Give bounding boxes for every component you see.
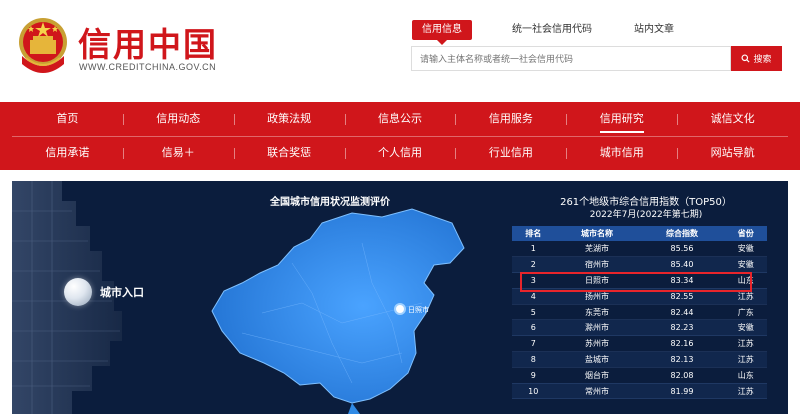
nav-item-home[interactable]: 首页 — [12, 102, 123, 136]
nav-item-commitment[interactable]: 信用承诺 — [12, 136, 123, 170]
national-emblem-icon[interactable] — [16, 16, 70, 78]
column-header: 省份 — [724, 226, 767, 241]
search-box — [411, 46, 731, 72]
table-row[interactable]: 2 宿州市 85.40 安徽 — [512, 256, 767, 274]
city-entry-label: 城市入口 — [100, 286, 144, 299]
nav-row-1: 首页 信用动态 政策法规 信息公示 信用服务 信用研究 诚信文化 — [12, 102, 788, 136]
city-entry-icon — [64, 278, 92, 306]
table-header-row: 排名 城市名称 综合指数 省份 — [512, 226, 767, 241]
nav-label: 信用承诺 — [45, 146, 90, 159]
nav-item-sitemap[interactable]: 网站导航 — [677, 136, 788, 170]
nav-item-reward-punish[interactable]: 联合奖惩 — [233, 136, 345, 170]
site-url: WWW.CREDITCHINA.GOV.CN — [79, 62, 217, 72]
nav-label: 政策法规 — [267, 112, 312, 125]
cell: 82.44 — [639, 304, 725, 321]
ranking-table: 排名 城市名称 综合指数 省份 1 芜湖市 85.56 安徽 2 宿州市 85.40 安徽 … — [512, 226, 767, 400]
column-header: 排名 — [512, 226, 555, 241]
china-map[interactable]: 日照市 — [202, 203, 502, 414]
nav-label: 网站导航 — [710, 146, 755, 159]
cell: 安徽 — [724, 241, 767, 258]
cell: 安徽 — [724, 256, 767, 274]
cell: 江苏 — [724, 383, 767, 400]
cell: 东莞市 — [554, 304, 640, 321]
nav-item-city[interactable]: 城市信用 — [566, 136, 677, 170]
nav-label: 诚信文化 — [710, 112, 755, 125]
ranking-title: 261个地级市综合信用指数（TOP50） — [560, 197, 732, 208]
cell: 苏州市 — [554, 335, 640, 353]
cell: 7 — [512, 335, 555, 353]
nav-item-personal[interactable]: 个人信用 — [344, 136, 456, 170]
cell: 10 — [512, 383, 555, 400]
cell: 芜湖市 — [554, 241, 640, 258]
nav-label: 信易＋ — [161, 146, 195, 159]
cell: 82.23 — [639, 319, 725, 337]
table-row[interactable]: 9 烟台市 82.08 山东 — [512, 367, 767, 384]
nav-label: 信用研究 — [599, 112, 644, 133]
nav-row-2: 信用承诺 信易＋ 联合奖惩 个人信用 行业信用 城市信用 网站导航 — [12, 136, 788, 170]
cell: 安徽 — [724, 319, 767, 337]
search-input[interactable] — [412, 48, 730, 72]
site-header: 信用中国 WWW.CREDITCHINA.GOV.CN 信用信息 统一社会信用代… — [0, 0, 800, 102]
nav-item-publicity[interactable]: 信息公示 — [344, 102, 456, 136]
search-tab-credit-info[interactable]: 信用信息 — [412, 20, 472, 45]
cell: 山东 — [724, 367, 767, 384]
nav-item-news[interactable]: 信用动态 — [122, 102, 234, 136]
cell: 烟台市 — [554, 367, 640, 384]
nav-label: 行业信用 — [488, 146, 533, 159]
cell: 8 — [512, 351, 555, 368]
nav-label: 信用服务 — [488, 112, 533, 125]
search-button[interactable]: 搜索 — [731, 46, 782, 71]
search-icon — [741, 54, 750, 63]
nav-label: 城市信用 — [599, 146, 644, 159]
ranking-subtitle: 2022年7月(2022年第七期) — [589, 210, 703, 220]
cell: 1 — [512, 241, 555, 258]
table-row[interactable]: 10 常州市 81.99 江苏 — [512, 383, 767, 400]
cell: 江苏 — [724, 351, 767, 368]
cell: 82.13 — [639, 351, 725, 368]
nav-item-policy[interactable]: 政策法规 — [233, 102, 345, 136]
column-header: 城市名称 — [554, 226, 640, 241]
nav-label: 信用动态 — [156, 112, 201, 125]
search-button-label: 搜索 — [753, 54, 772, 64]
nav-label: 首页 — [56, 112, 79, 125]
cell: 85.40 — [639, 256, 725, 274]
cell: 82.08 — [639, 367, 725, 384]
cell: 2 — [512, 256, 555, 274]
cell: 85.56 — [639, 241, 725, 258]
nav-label: 个人信用 — [378, 146, 422, 159]
search-tab-articles[interactable]: 站内文章 — [624, 20, 684, 40]
cell: 江苏 — [724, 335, 767, 353]
nav-item-service[interactable]: 信用服务 — [455, 102, 566, 136]
table-row[interactable]: 1 芜湖市 85.56 安徽 — [512, 241, 767, 258]
column-header: 综合指数 — [639, 226, 725, 241]
nav-item-xinyi[interactable]: 信易＋ — [122, 136, 234, 170]
nav-label: 联合奖惩 — [267, 146, 312, 159]
cell: 广东 — [724, 304, 767, 321]
cell: 6 — [512, 319, 555, 337]
nav-item-research[interactable]: 信用研究 — [566, 102, 677, 136]
site-logo-title[interactable]: 信用中国 — [78, 18, 218, 66]
cell: 9 — [512, 367, 555, 384]
map-city-label: 日照市 — [408, 305, 429, 314]
search-tab-credit-code[interactable]: 统一社会信用代码 — [496, 20, 608, 40]
cell: 82.16 — [639, 335, 725, 353]
nav-label: 信息公示 — [378, 112, 422, 125]
cell: 81.99 — [639, 383, 725, 400]
table-row[interactable]: 6 滁州市 82.23 安徽 — [512, 319, 767, 337]
city-credit-banner[interactable]: 全国城市信用状况监测评价 城市入口 日照市 261个地级市综合信用指数（TOP5… — [12, 181, 788, 414]
table-row[interactable]: 7 苏州市 82.16 江苏 — [512, 335, 767, 353]
highlight-box-rizhao — [520, 272, 752, 292]
city-entry-button[interactable]: 城市入口 — [64, 278, 144, 306]
cell: 盐城市 — [554, 351, 640, 368]
cell: 宿州市 — [554, 256, 640, 274]
nav-item-culture[interactable]: 诚信文化 — [677, 102, 788, 136]
cell: 常州市 — [554, 383, 640, 400]
cell: 5 — [512, 304, 555, 321]
cell: 滁州市 — [554, 319, 640, 337]
rizhao-marker-icon[interactable] — [394, 303, 406, 315]
main-nav: 首页 信用动态 政策法规 信息公示 信用服务 信用研究 诚信文化 信用承诺 信易… — [0, 102, 800, 170]
table-row[interactable]: 8 盐城市 82.13 江苏 — [512, 351, 767, 368]
nav-item-industry[interactable]: 行业信用 — [455, 136, 566, 170]
table-row[interactable]: 5 东莞市 82.44 广东 — [512, 304, 767, 321]
